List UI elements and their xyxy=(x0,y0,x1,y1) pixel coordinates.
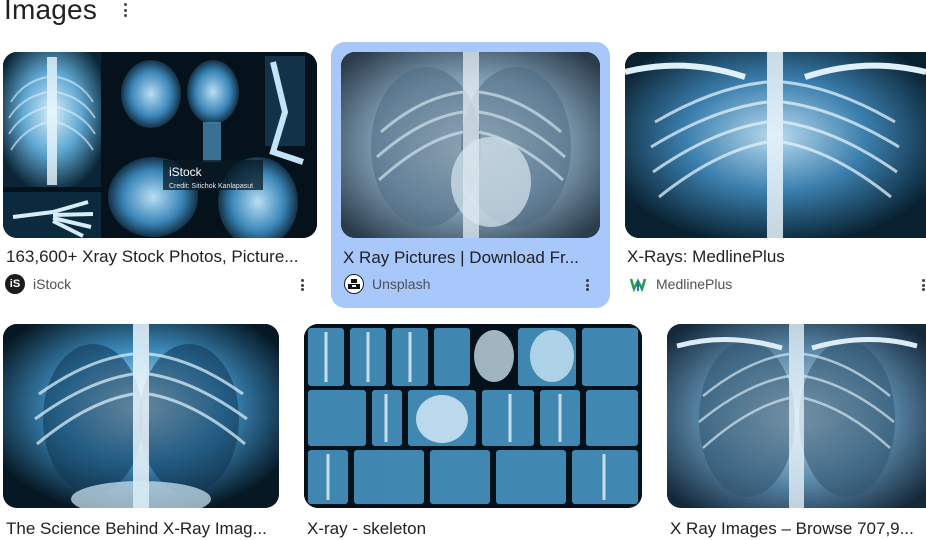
result-thumbnail[interactable] xyxy=(3,324,279,508)
chest-xray-image xyxy=(341,52,600,238)
credit-text: Credit: Sitichok Kanlapasut xyxy=(169,183,253,190)
source-name: Unsplash xyxy=(372,276,431,292)
chest-xray-image xyxy=(625,52,926,238)
result-title[interactable]: 163,600+ Xray Stock Photos, Picture... xyxy=(6,247,312,267)
result-title[interactable]: X-Rays: MedlinePlus xyxy=(627,247,917,267)
result-menu-icon[interactable] xyxy=(582,277,592,293)
source-name: MedlinePlus xyxy=(656,276,733,292)
watermark-text: iStock xyxy=(169,165,203,179)
image-result-card[interactable]: iStock Credit: Sitichok Kanlapasut 163,6… xyxy=(0,50,320,300)
unsplash-logo-icon xyxy=(344,274,364,294)
result-thumbnail[interactable] xyxy=(667,324,926,508)
result-thumbnail[interactable] xyxy=(625,52,926,238)
istock-logo-icon: iS xyxy=(5,274,25,294)
result-source[interactable]: iS iStock xyxy=(5,274,71,294)
image-result-card[interactable]: The Science Behind X-Ray Imag... xyxy=(0,322,282,540)
result-title[interactable]: The Science Behind X-Ray Imag... xyxy=(6,519,280,539)
result-thumbnail[interactable] xyxy=(341,52,600,238)
result-menu-icon[interactable] xyxy=(918,277,926,293)
medlineplus-logo-icon xyxy=(628,274,648,294)
chest-xray-image xyxy=(667,324,926,508)
chest-xray-image xyxy=(3,324,279,508)
more-options-icon[interactable] xyxy=(119,0,131,20)
result-thumbnail[interactable]: iStock Credit: Sitichok Kanlapasut xyxy=(3,52,317,238)
xray-collage-image: iStock Credit: Sitichok Kanlapasut xyxy=(3,52,317,238)
result-title[interactable]: X-ray - skeleton xyxy=(307,519,637,539)
skeleton-xray-collage-image xyxy=(304,324,642,508)
source-name: iStock xyxy=(33,276,72,292)
image-result-card[interactable]: X Ray Images – Browse 707,9... xyxy=(665,322,926,540)
result-thumbnail[interactable] xyxy=(304,324,642,508)
images-header: Images xyxy=(0,0,131,30)
images-results-page: Images iStock Credit: Sitichok Kanlapasu… xyxy=(0,0,926,540)
result-menu-icon[interactable] xyxy=(297,277,307,293)
result-title[interactable]: X Ray Pictures | Download Fr... xyxy=(343,248,598,268)
image-result-card[interactable]: X-ray - skeleton xyxy=(303,322,645,540)
result-source[interactable]: Unsplash xyxy=(344,274,430,294)
image-result-card[interactable]: X-Rays: MedlinePlus MedlinePlus xyxy=(624,50,926,300)
result-title[interactable]: X Ray Images – Browse 707,9... xyxy=(670,519,924,539)
result-source[interactable]: MedlinePlus xyxy=(628,274,732,294)
section-title: Images xyxy=(4,0,98,25)
image-result-card-selected[interactable]: X Ray Pictures | Download Fr... Unsplash xyxy=(331,42,610,308)
